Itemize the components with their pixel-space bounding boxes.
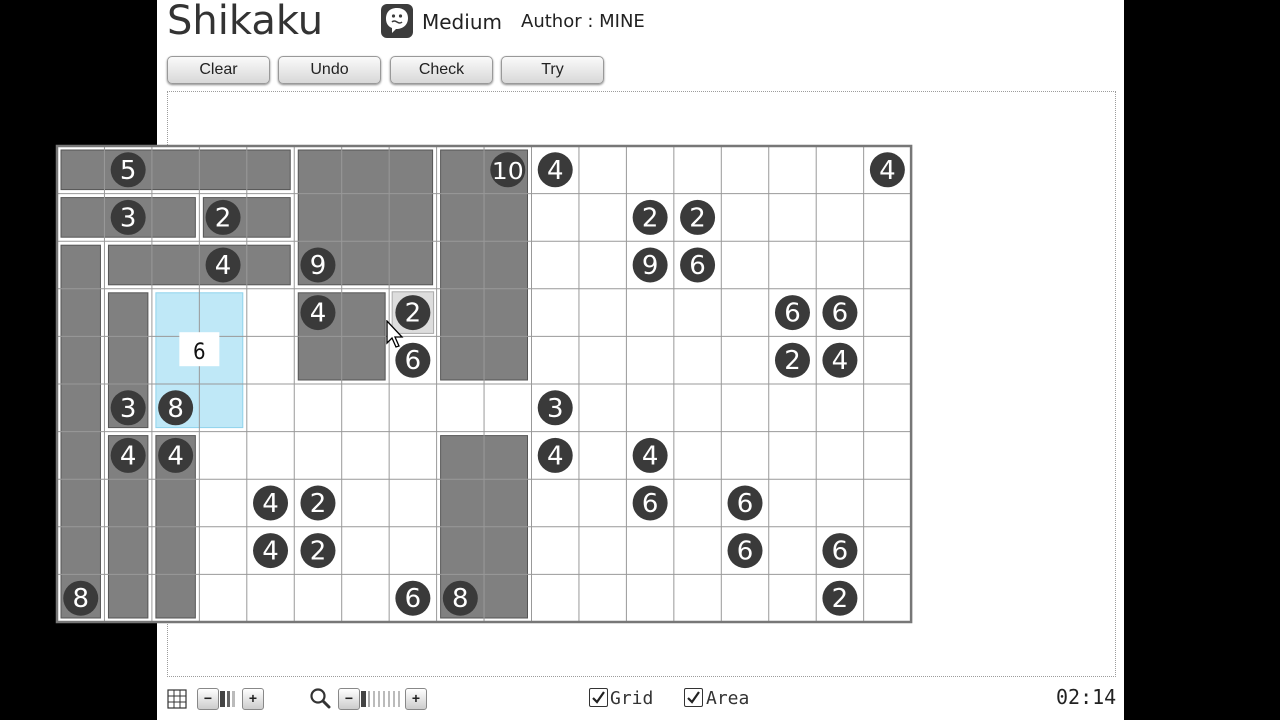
grid-size-increase-button[interactable]: +	[242, 688, 264, 710]
clue-number: 4	[262, 537, 279, 567]
magnifier-icon	[309, 687, 331, 714]
area-checkbox[interactable]	[684, 688, 703, 707]
grid-size-decrease-button[interactable]: −	[197, 688, 219, 710]
clue-number: 6	[689, 251, 706, 281]
clue-number: 2	[784, 346, 801, 376]
clue-number: 6	[737, 489, 754, 519]
difficulty-label: Medium	[422, 10, 502, 34]
clue-number: 2	[310, 489, 327, 519]
clue-number: 2	[215, 203, 232, 233]
clue-number: 6	[784, 299, 801, 329]
app-title: Shikaku	[167, 0, 324, 44]
puzzle-grid[interactable]: 65 10 4 43 2 2 24 9 9 64 2 6 66 2 43 8 34 4 4 44 2 6 64 2 6 68 6 8 2	[55, 144, 913, 624]
clue-number: 9	[642, 251, 659, 281]
area-checkbox-label: Area	[706, 688, 750, 709]
clue-number: 4	[262, 489, 279, 519]
grid-size-slider[interactable]	[219, 690, 241, 708]
grid-checkbox-label: Grid	[610, 688, 654, 709]
clue-number: 6	[642, 489, 659, 519]
clue-number: 4	[310, 299, 327, 329]
clue-number: 5	[120, 156, 137, 186]
clue-number: 8	[452, 584, 469, 614]
undo-button[interactable]: Undo	[278, 56, 381, 84]
clue-number: 2	[642, 203, 659, 233]
clue-number: 2	[689, 203, 706, 233]
clue-number: 2	[405, 299, 422, 329]
elapsed-timer: 02:14	[1056, 685, 1117, 709]
clue-number: 8	[72, 584, 89, 614]
clue-number: 6	[405, 584, 422, 614]
mouse-pointer-icon	[386, 319, 404, 355]
zoom-in-button[interactable]: +	[405, 688, 427, 710]
clue-number: 4	[215, 251, 232, 281]
check-button[interactable]: Check	[390, 56, 493, 84]
selection-size-label: 6	[193, 340, 206, 365]
clue-number: 6	[832, 537, 849, 567]
clue-number: 4	[547, 156, 564, 186]
clue-number: 4	[832, 346, 849, 376]
clue-number: 4	[642, 441, 659, 471]
placed-area[interactable]	[60, 149, 291, 191]
clue-number: 3	[547, 394, 564, 424]
clue-number: 4	[120, 441, 137, 471]
clue-number: 8	[167, 394, 184, 424]
clue-number: 6	[405, 346, 422, 376]
clue-number: 6	[737, 537, 754, 567]
clue-number: 2	[310, 537, 327, 567]
clue-number: 3	[120, 394, 137, 424]
clue-number: 10	[492, 159, 524, 185]
difficulty-face-icon	[381, 4, 413, 38]
zoom-slider[interactable]	[360, 690, 404, 708]
clue-number: 4	[879, 156, 896, 186]
zoom-out-button[interactable]: −	[338, 688, 360, 710]
clue-number: 3	[120, 203, 137, 233]
grid-icon[interactable]	[167, 689, 187, 714]
clue-number: 4	[167, 441, 184, 471]
clue-number: 2	[832, 584, 849, 614]
clue-number: 6	[832, 299, 849, 329]
clue-number: 9	[310, 251, 327, 281]
clue-number: 4	[547, 441, 564, 471]
try-button[interactable]: Try	[501, 56, 604, 84]
author-label: Author : MINE	[521, 11, 645, 32]
grid-checkbox[interactable]	[589, 688, 608, 707]
clear-button[interactable]: Clear	[167, 56, 270, 84]
